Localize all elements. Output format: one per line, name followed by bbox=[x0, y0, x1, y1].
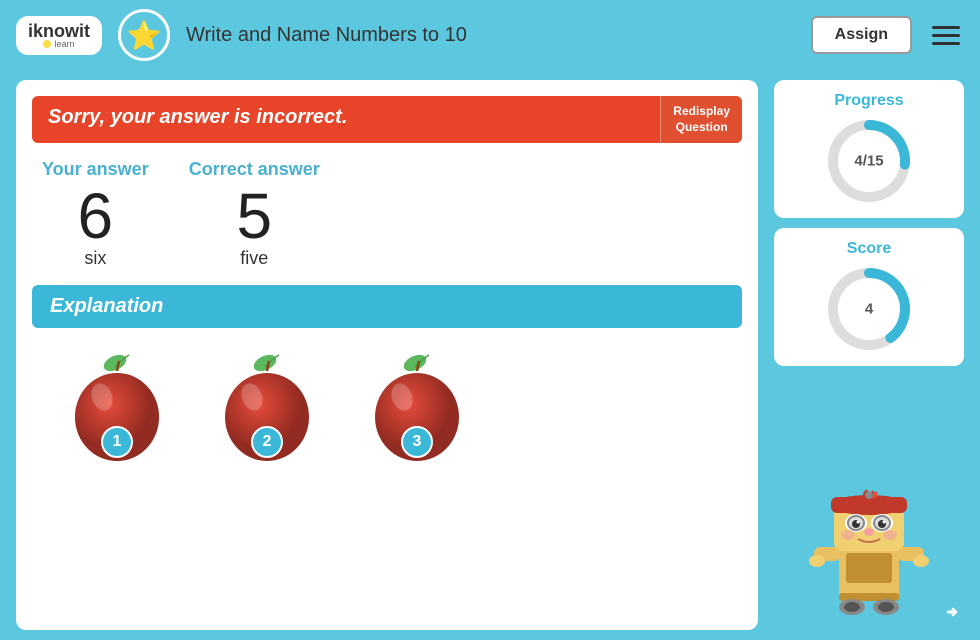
robot-character-area bbox=[774, 376, 964, 630]
your-answer-col: Your answer 6 six bbox=[42, 159, 149, 269]
hamburger-menu-button[interactable] bbox=[928, 22, 964, 49]
apple-item-1: 1 bbox=[52, 340, 182, 470]
progress-donut: 4/15 bbox=[824, 116, 914, 206]
sidebar: Progress 4/15 Score 4 bbox=[774, 80, 964, 630]
correct-answer-number: 5 bbox=[236, 184, 272, 248]
incorrect-message: Sorry, your answer is incorrect. bbox=[32, 96, 660, 143]
score-donut: 4 bbox=[824, 264, 914, 354]
logo: iknowit learn bbox=[16, 16, 102, 55]
your-answer-label: Your answer bbox=[42, 159, 149, 180]
correct-answer-word: five bbox=[240, 248, 268, 269]
score-title: Score bbox=[847, 240, 891, 258]
apple-item-3: 3 bbox=[352, 340, 482, 470]
redisplay-question-button[interactable]: Redisplay Question bbox=[660, 96, 742, 143]
content-panel: Sorry, your answer is incorrect. Redispl… bbox=[16, 80, 758, 630]
lesson-title: Write and Name Numbers to 10 bbox=[186, 24, 795, 47]
apple-number-3: 3 bbox=[401, 426, 433, 458]
explanation-header: Explanation bbox=[32, 285, 742, 328]
your-answer-word: six bbox=[84, 248, 106, 269]
correct-answer-label: Correct answer bbox=[189, 159, 320, 180]
assign-button[interactable]: Assign bbox=[811, 16, 912, 54]
answer-comparison: Your answer 6 six Correct answer 5 five bbox=[32, 159, 742, 269]
bulb-icon bbox=[43, 40, 51, 48]
score-value: 4 bbox=[865, 301, 873, 318]
star-badge: ⭐ bbox=[118, 9, 170, 61]
progress-value: 4/15 bbox=[854, 153, 883, 170]
incorrect-banner: Sorry, your answer is incorrect. Redispl… bbox=[32, 96, 742, 143]
score-card: Score 4 bbox=[774, 228, 964, 366]
arrow-right-icon bbox=[942, 602, 962, 622]
your-answer-number: 6 bbox=[78, 184, 114, 248]
correct-answer-col: Correct answer 5 five bbox=[189, 159, 320, 269]
progress-title: Progress bbox=[834, 92, 903, 110]
explanation-label: Explanation bbox=[50, 295, 163, 317]
hamburger-line-1 bbox=[932, 26, 960, 29]
logo-text: iknowit bbox=[28, 22, 90, 40]
next-arrow-button[interactable] bbox=[936, 596, 968, 628]
logo-tagline: learn bbox=[43, 40, 74, 49]
robot-character bbox=[804, 475, 934, 630]
app-header: iknowit learn ⭐ Write and Name Numbers t… bbox=[0, 0, 980, 70]
hamburger-line-3 bbox=[932, 42, 960, 45]
apple-number-1: 1 bbox=[101, 426, 133, 458]
apple-number-2: 2 bbox=[251, 426, 283, 458]
main-layout: Sorry, your answer is incorrect. Redispl… bbox=[0, 70, 980, 640]
progress-card: Progress 4/15 bbox=[774, 80, 964, 218]
apple-item-2: 2 bbox=[202, 340, 332, 470]
hamburger-line-2 bbox=[932, 34, 960, 37]
apples-area: 1 2 bbox=[32, 340, 742, 470]
